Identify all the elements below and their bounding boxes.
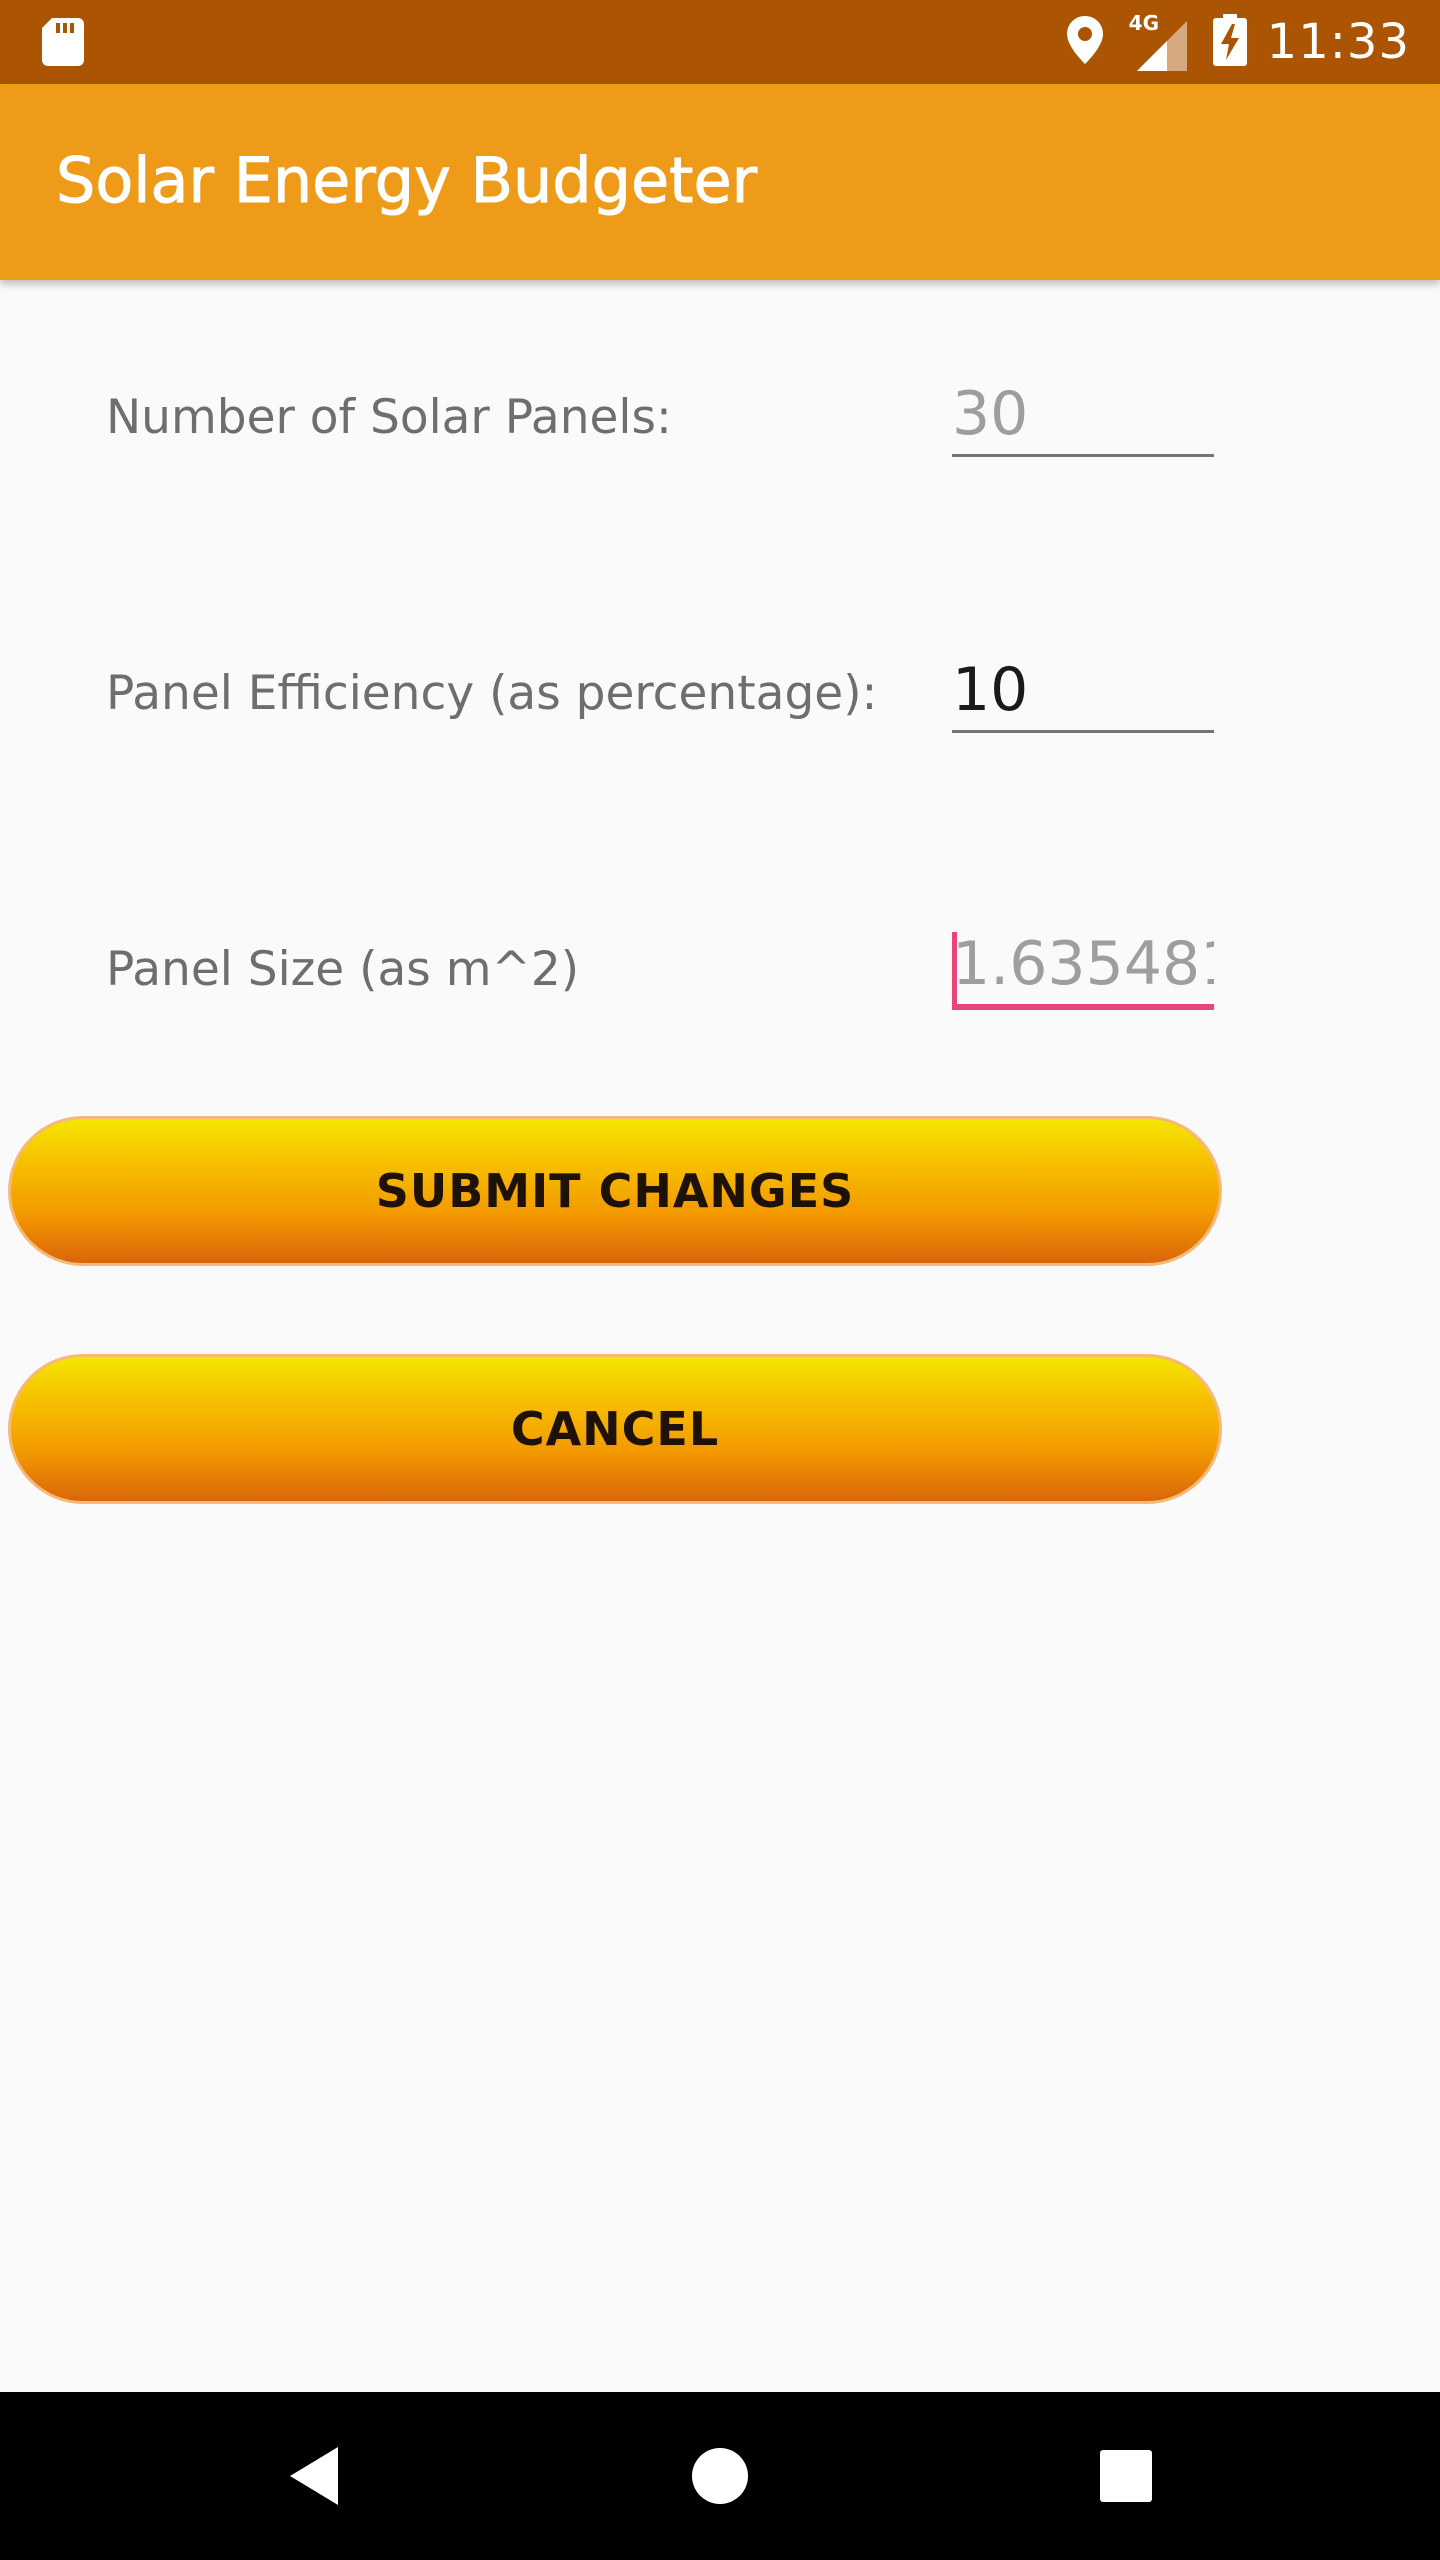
panel-size-placeholder: 1.635481 bbox=[952, 929, 1214, 999]
home-icon bbox=[692, 2448, 748, 2504]
submit-changes-button[interactable]: SUBMIT CHANGES bbox=[8, 1116, 1222, 1266]
battery-charging-icon bbox=[1212, 13, 1247, 71]
cancel-button[interactable]: CANCEL bbox=[8, 1354, 1222, 1504]
panel-efficiency-input[interactable]: 10 bbox=[952, 650, 1214, 733]
panel-count-input[interactable]: 30 bbox=[952, 374, 1214, 457]
panel-size-input[interactable]: 1.635481 bbox=[952, 924, 1214, 1010]
recents-icon bbox=[1100, 2450, 1152, 2502]
panel-count-label: Number of Solar Panels: bbox=[106, 390, 672, 445]
location-icon bbox=[1066, 15, 1103, 69]
network-type-label: 4G bbox=[1128, 11, 1160, 35]
panel-size-label: Panel Size (as m^2) bbox=[106, 942, 580, 997]
sd-card-icon bbox=[42, 18, 84, 71]
status-bar: 4G 11:33 bbox=[0, 0, 1440, 84]
app-title: Solar Energy Budgeter bbox=[55, 144, 758, 218]
status-time: 11:33 bbox=[1266, 14, 1410, 70]
back-icon bbox=[290, 2447, 338, 2505]
panel-efficiency-label: Panel Efficiency (as percentage): bbox=[106, 666, 878, 721]
text-cursor bbox=[952, 932, 957, 1004]
home-button[interactable] bbox=[660, 2392, 780, 2560]
recents-button[interactable] bbox=[1066, 2392, 1186, 2560]
navigation-bar bbox=[0, 2392, 1440, 2560]
app-bar: Solar Energy Budgeter bbox=[0, 84, 1440, 280]
back-button[interactable] bbox=[256, 2392, 376, 2560]
signal-icon: 4G bbox=[1128, 11, 1187, 71]
